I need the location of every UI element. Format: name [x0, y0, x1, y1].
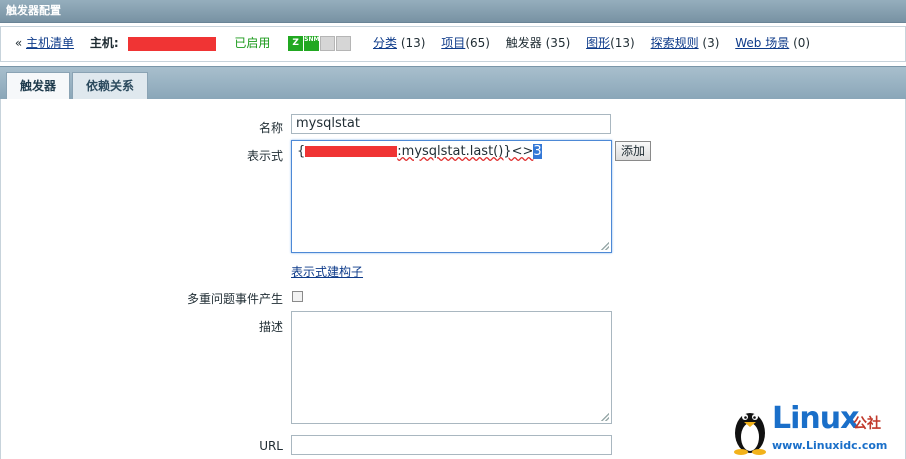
redacted-host-name — [128, 36, 217, 51]
ipmi-icon — [336, 36, 352, 51]
tab-dependencies[interactable]: 依赖关系 — [72, 72, 149, 99]
resize-handle-icon[interactable] — [601, 242, 609, 250]
window-title: 触发器配置 — [0, 0, 906, 23]
nav-graphs[interactable]: 图形(13) — [586, 36, 635, 50]
nav-items[interactable]: 项目(65) — [441, 36, 490, 50]
expression-label: 表示式 — [246, 149, 283, 163]
expression-text: :mysqlstat.last()}<> — [397, 144, 534, 159]
host-label: 主机: — [89, 36, 119, 50]
watermark-cn: 公社 — [853, 416, 881, 432]
jmx-icon — [320, 36, 336, 51]
back-arrow-icon: « — [14, 36, 23, 50]
expression-selected-text: 3 — [533, 144, 542, 159]
expression-textarea[interactable]: { :mysqlstat.last()}<>3 — [291, 140, 612, 253]
watermark: Linux 公社 www.Linuxidc.com — [730, 401, 900, 457]
description-textarea[interactable] — [291, 311, 612, 424]
host-status: 已启用 — [234, 36, 271, 50]
resize-handle-icon[interactable] — [601, 413, 609, 421]
multiple-events-checkbox[interactable] — [292, 291, 303, 302]
nav-applications[interactable]: 分类 (13) — [373, 36, 425, 50]
add-expression-button[interactable]: 添加 — [615, 141, 652, 161]
name-label: 名称 — [258, 121, 283, 135]
redacted-host-in-expression — [305, 146, 398, 157]
watermark-url: www.Linuxidc.com — [772, 439, 888, 452]
nav-discovery-rules[interactable]: 探索规则 (3) — [651, 36, 720, 50]
snmp-icon: SNMP — [304, 36, 324, 51]
host-list-link[interactable]: 主机清单 — [26, 36, 74, 50]
expression-builder-link[interactable]: 表示式建构子 — [291, 263, 363, 280]
url-label: URL — [259, 439, 283, 453]
expression-open-brace: { — [297, 144, 306, 159]
nav-web-scenarios[interactable]: Web 场景 (0) — [735, 36, 810, 50]
url-input[interactable] — [291, 435, 612, 455]
nav-triggers-current: 触发器 (35) — [505, 36, 571, 50]
tux-penguin-icon — [734, 413, 766, 455]
watermark-name: Linux — [772, 401, 859, 436]
tab-trigger[interactable]: 触发器 — [6, 72, 71, 99]
host-nav-bar: « 主机清单 主机: 已启用 Z SNMP 分类 (13) 项目(65) 触发器 … — [0, 26, 906, 62]
multiple-events-label: 多重问题事件产生 — [186, 292, 283, 306]
zabbix-agent-icon: Z — [288, 36, 304, 51]
description-label: 描述 — [258, 320, 283, 334]
tab-strip: 触发器 依赖关系 — [0, 66, 906, 99]
name-input[interactable]: mysqlstat — [291, 114, 611, 134]
